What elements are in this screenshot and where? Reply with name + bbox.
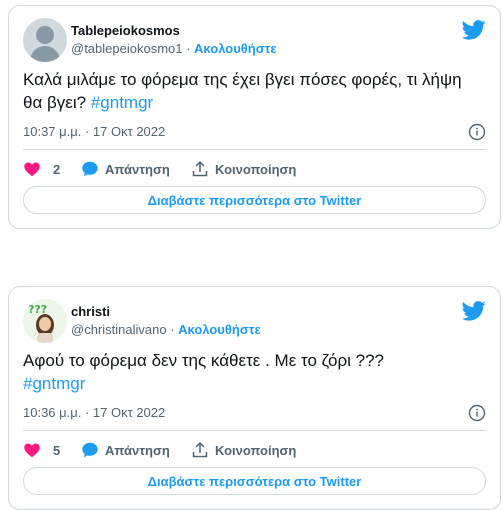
avatar[interactable] xyxy=(23,18,67,62)
tweet-card: Tablepeiokosmos @tablepeiokosmo1 · Ακολο… xyxy=(8,5,501,229)
reply-bubble-icon xyxy=(82,442,98,458)
hashtag-link[interactable]: #gntmgr xyxy=(91,93,153,112)
share-icon xyxy=(192,441,208,458)
hashtag-link[interactable]: #gntmgr xyxy=(23,374,85,393)
read-more-button[interactable]: Διαβάστε περισσότερα στο Twitter xyxy=(23,186,486,214)
like-count: 2 xyxy=(53,161,61,177)
info-icon[interactable] xyxy=(468,123,486,141)
divider xyxy=(23,149,486,150)
tweet-header: Tablepeiokosmos @tablepeiokosmo1 · Ακολο… xyxy=(23,18,486,62)
twitter-bird-icon[interactable] xyxy=(462,301,486,321)
timestamp-link[interactable]: 10:37 μ.μ. · 17 Οκτ 2022 xyxy=(23,124,165,139)
profile-photo: ??? xyxy=(23,299,67,343)
share-label: Κοινοποίηση xyxy=(215,161,297,177)
tweet-text: Καλά μιλάμε το φόρεμα της έχει βγει πόσε… xyxy=(23,68,463,114)
action-bar: 5 Απάντηση Κοινοποίηση xyxy=(23,439,486,461)
divider xyxy=(23,430,486,431)
reply-button[interactable]: Απάντηση xyxy=(81,158,170,180)
tweet-card: ??? christi @christinalivano · Ακολουθήσ… xyxy=(8,286,501,510)
heart-icon xyxy=(24,162,40,177)
separator: · xyxy=(182,41,195,56)
share-button[interactable]: Κοινοποίηση xyxy=(191,158,296,180)
share-label: Κοινοποίηση xyxy=(215,442,297,458)
timestamp-row: 10:37 μ.μ. · 17 Οκτ 2022 xyxy=(23,123,486,142)
author-handle[interactable]: @tablepeiokosmo1 xyxy=(71,41,182,56)
author-name[interactable]: Tablepeiokosmos xyxy=(71,23,180,38)
follow-link[interactable]: Ακολουθήστε xyxy=(194,41,277,56)
author-handle[interactable]: @christinalivano xyxy=(71,322,167,337)
share-icon xyxy=(192,160,208,177)
like-count: 5 xyxy=(53,442,61,458)
tweet-text: Αφού το φόρεμα δεν της κάθετε . Με το ζό… xyxy=(23,349,463,395)
info-icon[interactable] xyxy=(468,404,486,422)
reply-label: Απάντηση xyxy=(105,442,170,458)
read-more-button[interactable]: Διαβάστε περισσότερα στο Twitter xyxy=(23,467,486,495)
timestamp-link[interactable]: 10:36 μ.μ. · 17 Οκτ 2022 xyxy=(23,405,165,420)
reply-button[interactable]: Απάντηση xyxy=(81,439,170,461)
like-button[interactable]: 2 xyxy=(23,158,60,180)
timestamp-row: 10:36 μ.μ. · 17 Οκτ 2022 xyxy=(23,404,486,423)
reply-bubble-icon xyxy=(82,161,98,177)
author-name[interactable]: christi xyxy=(71,304,110,319)
avatar[interactable]: ??? xyxy=(23,299,67,343)
share-button[interactable]: Κοινοποίηση xyxy=(191,439,296,461)
handle-row: @christinalivano · Ακολουθήστε xyxy=(71,322,261,337)
reply-label: Απάντηση xyxy=(105,161,170,177)
action-bar: 2 Απάντηση Κοινοποίηση xyxy=(23,158,486,180)
default-avatar-head xyxy=(36,26,54,44)
like-button[interactable]: 5 xyxy=(23,439,60,461)
default-avatar-body xyxy=(30,46,60,62)
heart-icon xyxy=(24,443,40,458)
separator: · xyxy=(166,322,179,337)
tweet-body: Καλά μιλάμε το φόρεμα της έχει βγει πόσε… xyxy=(23,70,462,112)
follow-link[interactable]: Ακολουθήστε xyxy=(178,322,261,337)
tweet-header: ??? christi @christinalivano · Ακολουθήσ… xyxy=(23,299,486,343)
handle-row: @tablepeiokosmo1 · Ακολουθήστε xyxy=(71,41,277,56)
tweet-body: Αφού το φόρεμα δεν της κάθετε . Με το ζό… xyxy=(23,351,384,370)
twitter-bird-icon[interactable] xyxy=(462,20,486,40)
